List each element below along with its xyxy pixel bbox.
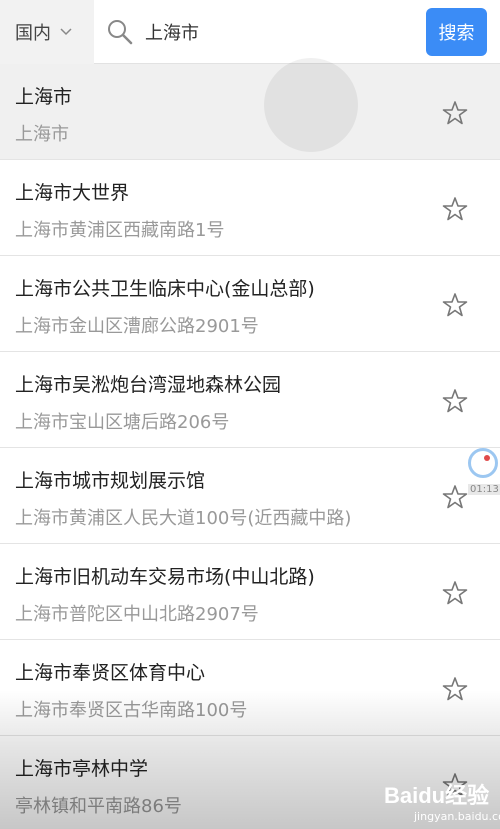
item-title: 上海市亭林中学: [15, 758, 149, 780]
list-item[interactable]: 上海市城市规划展示馆 上海市黄浦区人民大道100号(近西藏中路): [0, 448, 500, 544]
item-address: 上海市金山区漕廊公路2901号: [15, 316, 259, 337]
record-time: 01:13: [468, 484, 500, 495]
list-item[interactable]: 上海市吴淞炮台湾湿地森林公园 上海市宝山区塘后路206号: [0, 352, 500, 448]
result-list: 上海市 上海市 上海市大世界 上海市黄浦区西藏南路1号 上海市公共卫生临床中心(…: [0, 64, 500, 829]
list-item[interactable]: 上海市 上海市: [0, 64, 500, 160]
item-address: 上海市: [15, 124, 69, 145]
star-icon[interactable]: [442, 388, 468, 414]
watermark-url: jingyan.baidu.com: [414, 810, 500, 823]
item-title: 上海市城市规划展示馆: [15, 470, 206, 492]
item-address: 上海市奉贤区古华南路100号: [15, 700, 248, 721]
region-label: 国内: [15, 23, 51, 44]
star-icon[interactable]: [442, 676, 468, 702]
list-item[interactable]: 上海市奉贤区体育中心 上海市奉贤区古华南路100号: [0, 640, 500, 736]
list-item[interactable]: 上海市大世界 上海市黄浦区西藏南路1号: [0, 160, 500, 256]
top-bar: 国内 搜索: [0, 0, 500, 64]
item-title: 上海市: [15, 86, 73, 108]
item-address: 上海市普陀区中山北路2907号: [15, 604, 259, 625]
search-icon: [108, 20, 133, 45]
touch-ripple: [264, 58, 358, 152]
star-icon[interactable]: [442, 100, 468, 126]
watermark-brand: Baidu经验: [384, 783, 490, 808]
star-icon[interactable]: [442, 580, 468, 606]
item-address: 亭林镇和平南路86号: [15, 796, 182, 817]
list-item[interactable]: 上海市公共卫生临床中心(金山总部) 上海市金山区漕廊公路2901号: [0, 256, 500, 352]
item-title: 上海市旧机动车交易市场(中山北路): [15, 566, 315, 588]
item-title: 上海市奉贤区体育中心: [15, 662, 206, 684]
star-icon[interactable]: [442, 292, 468, 318]
item-title: 上海市大世界: [15, 182, 130, 204]
star-icon[interactable]: [442, 196, 468, 222]
star-icon[interactable]: [442, 484, 468, 510]
watermark: Baidu经验 jingyan.baidu.com: [384, 776, 500, 826]
chevron-down-icon: [60, 28, 72, 36]
record-dot-icon: [484, 455, 490, 461]
item-title: 上海市公共卫生临床中心(金山总部): [15, 278, 315, 300]
item-address: 上海市黄浦区人民大道100号(近西藏中路): [15, 508, 352, 529]
item-address: 上海市宝山区塘后路206号: [15, 412, 230, 433]
item-title: 上海市吴淞炮台湾湿地森林公园: [15, 374, 282, 396]
search-button[interactable]: 搜索: [426, 8, 487, 56]
screen-recorder-widget[interactable]: 01:13: [466, 446, 500, 500]
record-circle-icon: [468, 448, 498, 478]
item-address: 上海市黄浦区西藏南路1号: [15, 220, 225, 241]
list-item[interactable]: 上海市旧机动车交易市场(中山北路) 上海市普陀区中山北路2907号: [0, 544, 500, 640]
search-input[interactable]: [145, 14, 415, 50]
region-dropdown[interactable]: 国内: [0, 0, 94, 64]
